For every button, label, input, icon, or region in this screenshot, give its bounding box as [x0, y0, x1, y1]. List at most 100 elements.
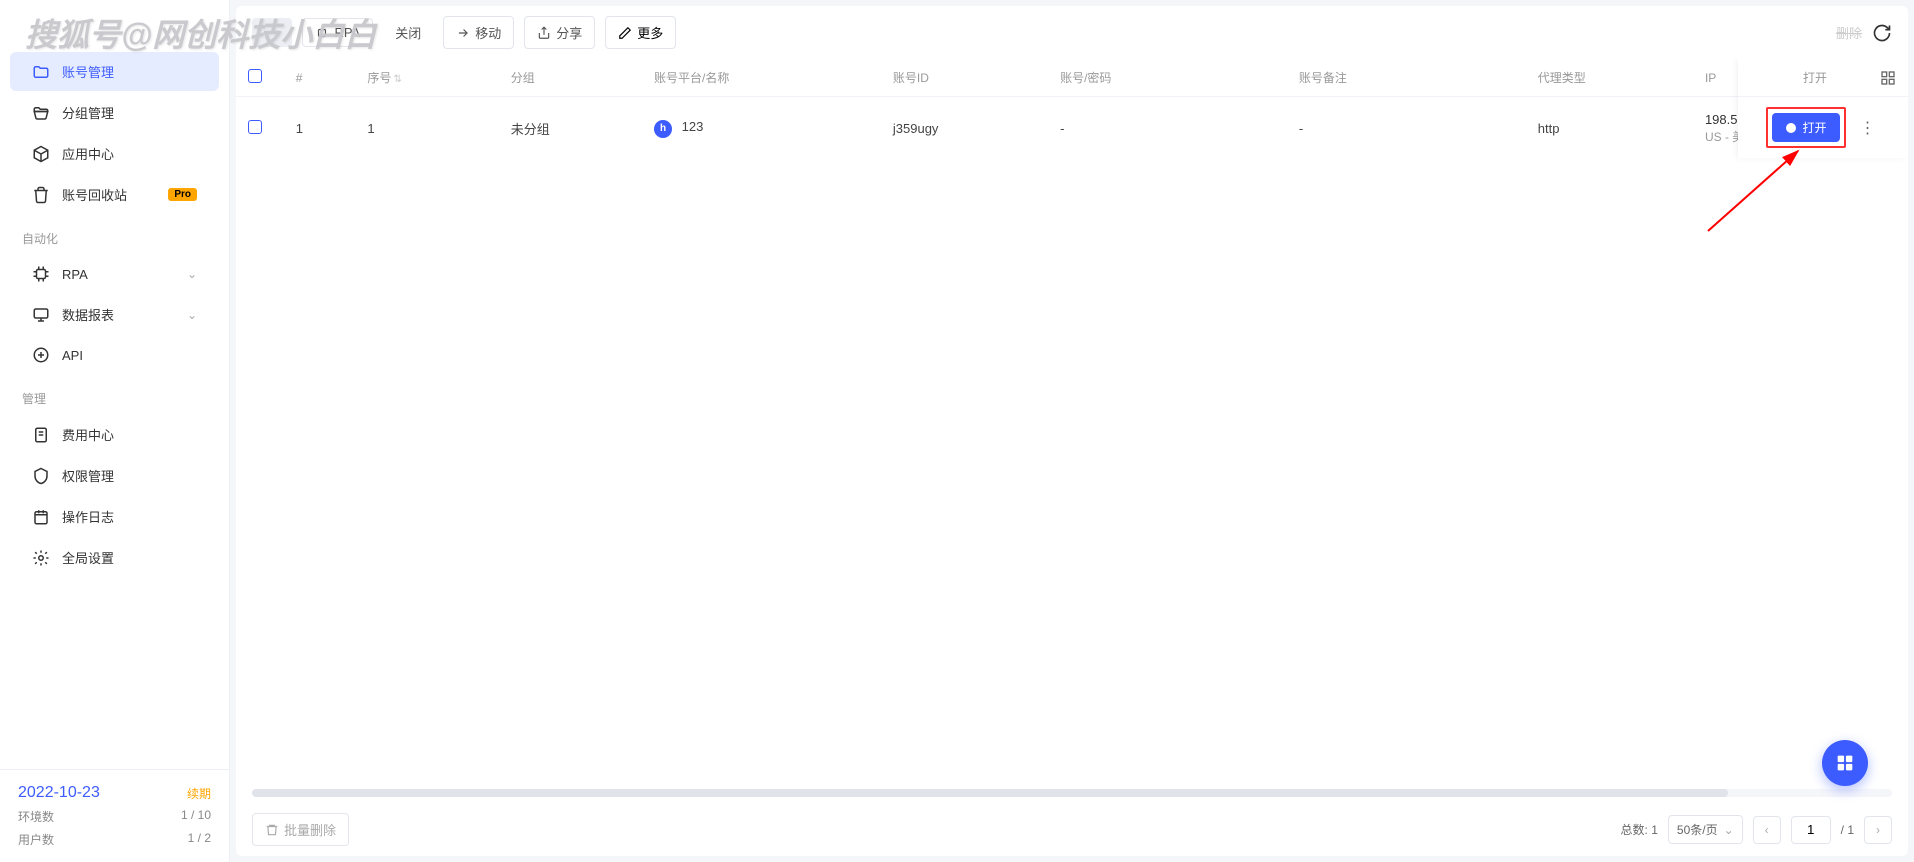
trash-icon — [32, 186, 50, 204]
col-remark: 账号备注 — [1287, 59, 1526, 97]
sidebar-label: RPA — [62, 267, 175, 282]
api-icon — [32, 346, 50, 364]
row-more-icon[interactable]: ⋮ — [1856, 114, 1880, 142]
open-header: 打开 — [1750, 69, 1880, 86]
delete-link[interactable]: 删除 — [1836, 23, 1862, 42]
monitor-icon — [32, 306, 50, 324]
footer: 批量删除 总数: 1 50条/页 ⌄ ‹ / 1 › — [236, 803, 1908, 856]
col-platform: 账号平台/名称 — [642, 59, 881, 97]
col-id: 账号ID — [881, 59, 1048, 97]
next-page-button[interactable]: › — [1864, 816, 1892, 844]
cell-proxy: http — [1526, 97, 1693, 160]
sidebar-item-permissions[interactable]: 权限管理 — [10, 456, 219, 495]
shield-icon — [32, 467, 50, 485]
sidebar-item-rpa[interactable]: RPA ⌄ — [10, 255, 219, 293]
app-root: 账号管理 分组管理 应用中心 账号回收站 Pro — [0, 0, 1914, 862]
pro-badge: Pro — [168, 188, 197, 201]
sidebar-item-groups[interactable]: 分组管理 — [10, 93, 219, 132]
sidebar-item-logs[interactable]: 操作日志 — [10, 497, 219, 536]
sidebar-label: 全局设置 — [62, 548, 197, 567]
share-button[interactable]: 分享 — [524, 16, 595, 49]
browser-icon — [1785, 122, 1797, 134]
action-column: 打开 打开 ⋮ — [1738, 59, 1908, 158]
refresh-button[interactable] — [1872, 23, 1892, 43]
sidebar-section-automation: 自动化 — [0, 216, 229, 253]
sidebar-item-recycle[interactable]: 账号回收站 Pro — [10, 175, 219, 214]
row-checkbox[interactable] — [248, 120, 262, 134]
sidebar-footer: 2022-10-23 续期 环境数 1 / 10 用户数 1 / 2 — [0, 769, 229, 862]
grid-icon — [1834, 752, 1856, 774]
sort-icon: ⇅ — [393, 74, 401, 85]
scrollbar-thumb[interactable] — [252, 789, 1728, 797]
sidebar-nav: 账号管理 分组管理 应用中心 账号回收站 Pro — [0, 0, 229, 769]
horizontal-scrollbar[interactable] — [252, 789, 1892, 797]
cell-seq: 1 — [355, 97, 498, 160]
toolbar-right: 删除 — [1836, 23, 1892, 43]
chip-icon — [32, 265, 50, 283]
fab-button[interactable] — [1822, 740, 1868, 786]
sidebar-label: 账号回收站 — [62, 185, 156, 204]
col-num: # — [284, 59, 356, 97]
batch-delete-button[interactable]: 批量删除 — [252, 813, 349, 846]
sidebar-item-reports[interactable]: 数据报表 ⌄ — [10, 295, 219, 334]
sidebar: 账号管理 分组管理 应用中心 账号回收站 Pro — [0, 0, 230, 862]
folder-icon — [32, 63, 50, 81]
renew-link[interactable]: 续期 — [187, 785, 211, 802]
user-value: 1 / 2 — [188, 831, 211, 848]
sidebar-label: 分组管理 — [62, 103, 197, 122]
more-label: 更多 — [637, 23, 663, 42]
toolbar-placeholder-button[interactable] — [252, 18, 292, 47]
more-button[interactable]: 更多 — [605, 16, 676, 49]
platform-icon: h — [654, 120, 672, 138]
col-group: 分组 — [499, 59, 642, 97]
share-label: 分享 — [556, 23, 582, 42]
sidebar-item-accounts[interactable]: 账号管理 — [10, 52, 219, 91]
user-label: 用户数 — [18, 831, 54, 848]
grid-view-icon[interactable] — [1880, 70, 1896, 86]
share-icon — [537, 26, 551, 40]
pagination: 总数: 1 50条/页 ⌄ ‹ / 1 › — [1621, 815, 1892, 844]
close-label: 关闭 — [395, 23, 421, 42]
cube-icon — [32, 145, 50, 163]
rpa-label: RPA — [334, 25, 360, 40]
table-row[interactable]: 1 1 未分组 h 123 j359ugy - - http 198.55.11… — [236, 97, 1908, 160]
open-label: 打开 — [1802, 119, 1826, 136]
sidebar-item-billing[interactable]: 费用中心 — [10, 415, 219, 454]
col-proxy: 代理类型 — [1526, 59, 1693, 97]
rpa-button[interactable]: RPA — [302, 18, 373, 47]
chevron-down-icon: ⌄ — [1724, 823, 1734, 837]
env-stat: 环境数 1 / 10 — [18, 808, 211, 825]
expiry-date: 2022-10-23 — [18, 784, 100, 802]
sidebar-item-api[interactable]: API — [10, 336, 219, 374]
sidebar-item-apps[interactable]: 应用中心 — [10, 134, 219, 173]
total-label: 总数: 1 — [1621, 821, 1658, 838]
select-all-checkbox[interactable] — [248, 69, 262, 83]
highlight-box: 打开 — [1766, 107, 1845, 148]
user-stat: 用户数 1 / 2 — [18, 831, 211, 848]
sidebar-label: 账号管理 — [62, 62, 197, 81]
page-size-value: 50条/页 — [1677, 821, 1718, 838]
sidebar-section-management: 管理 — [0, 376, 229, 413]
cell-pwd: - — [1048, 97, 1287, 160]
col-seq[interactable]: 序号⇅ — [355, 59, 498, 97]
cell-platform: h 123 — [642, 97, 881, 160]
sidebar-label: API — [62, 348, 197, 363]
chip-icon — [315, 26, 329, 40]
open-button[interactable]: 打开 — [1772, 113, 1839, 142]
sidebar-item-settings[interactable]: 全局设置 — [10, 538, 219, 577]
chevron-down-icon: ⌄ — [187, 308, 197, 322]
close-button[interactable]: 关闭 — [383, 17, 433, 48]
cell-remark: - — [1287, 97, 1526, 160]
cell-num: 1 — [284, 97, 356, 160]
accounts-table: # 序号⇅ 分组 账号平台/名称 账号ID 账号/密码 账号备注 代理类型 IP — [236, 59, 1908, 160]
gear-icon — [32, 549, 50, 567]
toolbar: RPA 关闭 移动 分享 更多 删除 — [236, 6, 1908, 59]
sidebar-label: 应用中心 — [62, 144, 197, 163]
prev-page-button[interactable]: ‹ — [1753, 816, 1781, 844]
page-size-select[interactable]: 50条/页 ⌄ — [1668, 815, 1743, 844]
page-input[interactable] — [1791, 816, 1831, 844]
trash-icon — [265, 823, 279, 837]
action-header: 打开 — [1738, 59, 1908, 97]
move-button[interactable]: 移动 — [443, 16, 514, 49]
folder-open-icon — [32, 104, 50, 122]
